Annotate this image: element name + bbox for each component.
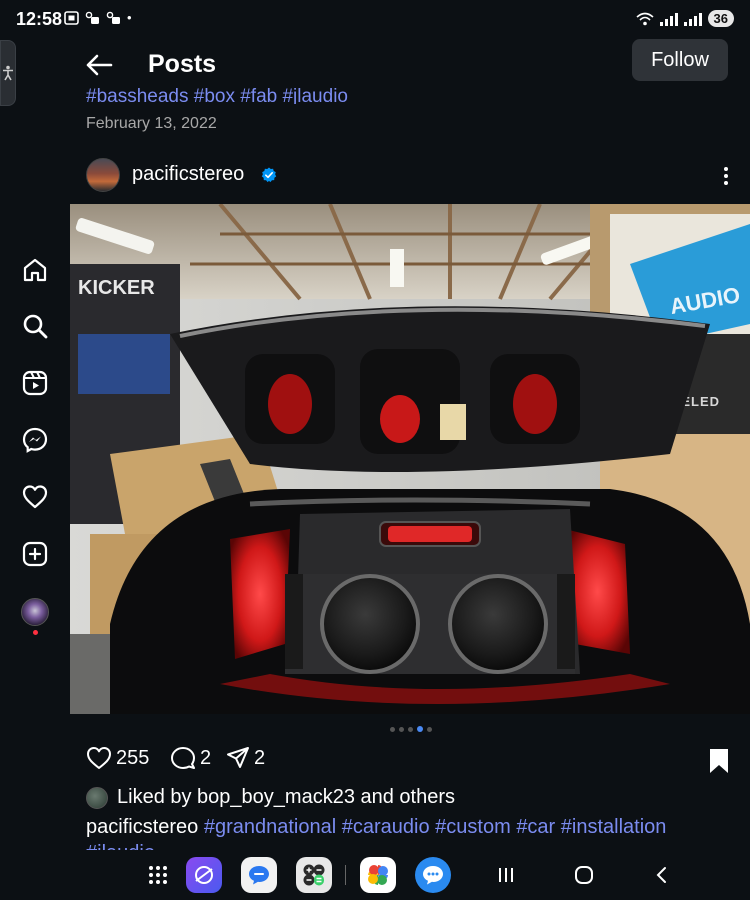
messenger-icon	[22, 427, 48, 453]
post-author-avatar[interactable]	[86, 158, 120, 192]
post-author-username[interactable]: pacificstereo	[132, 163, 244, 186]
messages-icon	[249, 866, 269, 885]
page-title: Posts	[148, 50, 217, 78]
signal-icon	[659, 12, 678, 26]
liked-by-text: Liked by bop_boy_mack23 and others	[117, 786, 456, 808]
notification-icon	[85, 11, 99, 24]
chevron-left-icon	[656, 867, 666, 883]
verified-badge-icon	[261, 167, 277, 183]
photos-app[interactable]	[360, 857, 396, 893]
hashtag[interactable]: #installation	[561, 816, 667, 838]
status-bar: 12:58 • 36	[0, 0, 750, 40]
notification-icon	[106, 11, 120, 24]
photos-icon	[368, 865, 388, 885]
carousel-dot	[427, 726, 432, 732]
signal-icon	[683, 12, 702, 26]
battery-indicator: 36	[707, 10, 734, 27]
like-count: 255	[116, 746, 150, 769]
post-caption: pacificstereo #grandnational #caraudio #…	[86, 816, 666, 839]
caption-overflow: #jlaudio	[86, 842, 155, 850]
carousel-dot	[408, 726, 413, 732]
chat-app[interactable]	[415, 857, 451, 893]
dock-divider	[345, 865, 346, 885]
previous-post-date: February 13, 2022	[86, 115, 217, 132]
caption-username[interactable]: pacificstereo	[86, 816, 198, 838]
recents-button[interactable]	[488, 857, 524, 893]
carousel-indicator	[390, 726, 432, 732]
comment-icon	[171, 747, 195, 769]
home-outline-icon	[575, 866, 593, 884]
dot-icon: •	[127, 10, 132, 25]
page-header: Posts Follow	[70, 38, 750, 90]
calculator-app[interactable]	[296, 857, 332, 893]
hashtag[interactable]: #grandnational	[204, 816, 336, 838]
home-button[interactable]	[566, 857, 602, 893]
internet-icon	[195, 866, 213, 884]
heart-icon	[87, 747, 111, 769]
carousel-dot	[399, 726, 404, 732]
profile-avatar	[21, 598, 49, 635]
apps-grid-icon	[149, 866, 167, 884]
nav-create[interactable]	[20, 539, 50, 569]
calculator-icon	[303, 864, 325, 886]
arrow-left-icon	[86, 54, 113, 76]
post-photo: KICKER AUDIO FUELED	[70, 204, 750, 714]
nav-search[interactable]	[20, 311, 50, 341]
status-left-icons: •	[64, 10, 132, 25]
chat-icon	[423, 866, 443, 885]
nav-rail	[0, 0, 70, 850]
nav-home[interactable]	[20, 255, 50, 285]
share-icon	[227, 747, 249, 768]
follow-button[interactable]: Follow	[632, 39, 728, 81]
bottom-dock	[0, 850, 750, 900]
share-button[interactable]: 2	[226, 746, 265, 770]
post-actions: 255 2 2	[86, 746, 736, 776]
create-icon	[22, 541, 48, 567]
notification-dot	[33, 630, 38, 635]
previous-post-caption[interactable]: #bassheads #box #fab #jlaudio	[86, 86, 348, 104]
bookmark-icon[interactable]	[708, 748, 730, 774]
carousel-dot	[390, 726, 395, 732]
reels-icon	[22, 370, 48, 396]
nav-notifications[interactable]	[20, 482, 50, 512]
share-count: 2	[254, 746, 266, 769]
post-header: pacificstereo	[70, 155, 750, 199]
svg-text:KICKER: KICKER	[78, 277, 155, 299]
recents-icon	[499, 868, 513, 882]
post-image[interactable]: KICKER AUDIO FUELED	[70, 204, 750, 714]
hashtag[interactable]: #car	[516, 816, 555, 838]
like-button[interactable]: 255	[86, 746, 149, 770]
nav-reels[interactable]	[20, 368, 50, 398]
back-button[interactable]	[84, 50, 114, 80]
nav-messenger[interactable]	[20, 425, 50, 455]
comment-button[interactable]: 2	[170, 746, 211, 770]
search-icon	[23, 314, 48, 339]
hashtag[interactable]: #custom	[435, 816, 511, 838]
status-right: 36	[636, 10, 734, 27]
messages-app[interactable]	[241, 857, 277, 893]
heart-icon	[22, 485, 48, 509]
nav-back-button[interactable]	[644, 857, 680, 893]
internet-app[interactable]	[186, 857, 222, 893]
nav-profile[interactable]	[20, 597, 50, 635]
more-options-button[interactable]	[716, 163, 736, 189]
apps-grid-button[interactable]	[140, 857, 176, 893]
hashtag[interactable]: #caraudio	[342, 816, 430, 838]
home-icon	[23, 258, 47, 282]
comment-count: 2	[200, 746, 212, 769]
liked-by-row[interactable]: Liked by bop_boy_mack23 and others	[86, 786, 455, 809]
carousel-dot-active	[417, 726, 423, 732]
wifi-icon	[636, 12, 654, 25]
liker-avatar	[86, 786, 108, 809]
